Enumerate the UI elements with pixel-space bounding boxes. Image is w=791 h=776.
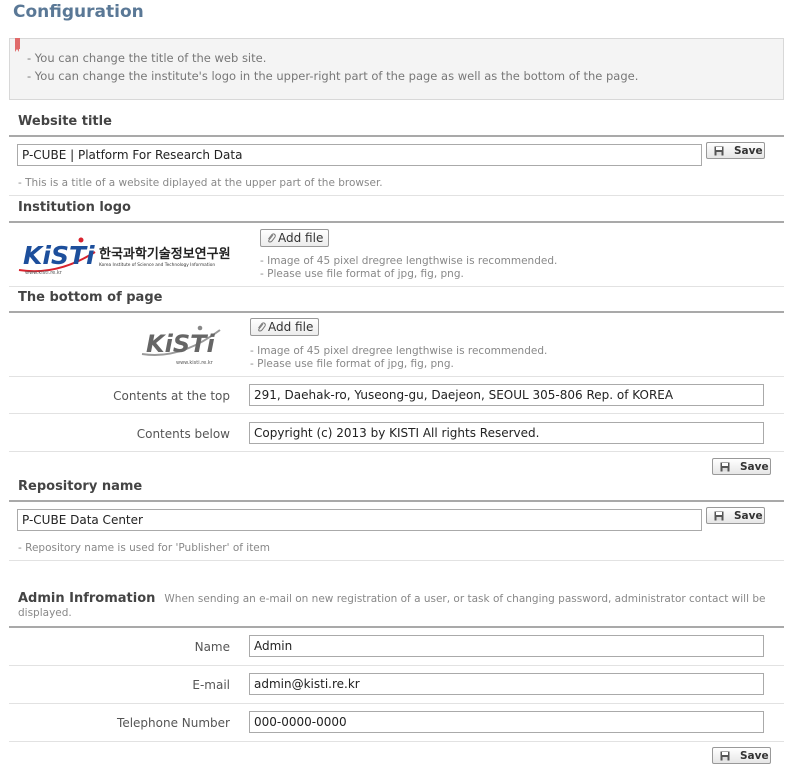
contents-below-label: Contents below bbox=[136, 427, 230, 441]
contents-below-input[interactable]: Copyright (c) 2013 by KISTI All rights R… bbox=[249, 422, 764, 444]
divider bbox=[9, 665, 784, 666]
logo-hint: - Image of 45 pixel dregree lengthwise i… bbox=[260, 255, 558, 267]
admin-heading: Admin Infromation bbox=[18, 591, 156, 606]
logo-hint: - Please use file format of jpg, fig, pn… bbox=[260, 268, 464, 280]
repository-name-input[interactable]: P-CUBE Data Center bbox=[17, 509, 702, 531]
website-title-hint: - This is a title of a website diplayed … bbox=[18, 177, 383, 189]
repository-name-heading: Repository name bbox=[18, 479, 143, 494]
admin-phone-label: Telephone Number bbox=[117, 716, 230, 730]
save-label: Save bbox=[740, 749, 769, 762]
section-divider bbox=[9, 311, 784, 313]
bottom-of-page-heading: The bottom of page bbox=[18, 290, 163, 305]
save-repository-button[interactable]: Save bbox=[706, 507, 765, 524]
section-divider bbox=[9, 221, 784, 223]
kisti-logo-image: KiSTi www.kisti.re.kr 한국과학기술정보연구원 Korea … bbox=[18, 237, 231, 276]
divider bbox=[9, 376, 784, 377]
add-file-label: Add file bbox=[268, 320, 314, 334]
bookmark-icon bbox=[15, 38, 20, 52]
paperclip-icon bbox=[268, 233, 276, 243]
paperclip-icon bbox=[258, 322, 266, 332]
section-divider bbox=[9, 500, 784, 502]
logo-text: KiSTi bbox=[146, 330, 215, 358]
admin-email-input[interactable]: admin@kisti.re.kr bbox=[249, 673, 764, 695]
divider bbox=[9, 286, 784, 287]
institution-logo-heading: Institution logo bbox=[18, 200, 131, 215]
page-title: Configuration bbox=[13, 2, 144, 22]
save-label: Save bbox=[740, 460, 769, 473]
admin-name-input[interactable]: Admin bbox=[249, 635, 764, 657]
notice-line: - You can change the title of the web si… bbox=[27, 51, 267, 65]
save-website-title-button[interactable]: Save bbox=[706, 142, 765, 159]
notice-box: - You can change the title of the web si… bbox=[9, 38, 784, 100]
floppy-disk-icon bbox=[714, 146, 724, 155]
logo-url: www.kisti.re.kr bbox=[25, 270, 63, 276]
bottom-logo-hint: - Image of 45 pixel dregree lengthwise i… bbox=[250, 345, 548, 357]
add-file-label: Add file bbox=[278, 231, 324, 245]
add-bottom-logo-button[interactable]: Add file bbox=[250, 318, 320, 336]
contents-top-input[interactable]: 291, Daehak-ro, Yuseong-gu, Daejeon, SEO… bbox=[249, 384, 764, 406]
bottom-logo-hint: - Please use file format of jpg, fig, pn… bbox=[250, 358, 454, 370]
admin-name-label: Name bbox=[194, 640, 230, 654]
add-institution-logo-button[interactable]: Add file bbox=[260, 229, 330, 247]
save-label: Save bbox=[734, 509, 763, 522]
website-title-heading: Website title bbox=[18, 114, 112, 129]
floppy-disk-icon bbox=[714, 511, 724, 520]
divider bbox=[9, 703, 784, 704]
divider bbox=[9, 560, 784, 561]
admin-phone-input[interactable]: 000-0000-0000 bbox=[249, 711, 764, 733]
floppy-disk-icon bbox=[720, 462, 730, 471]
logo-korean: 한국과학기술정보연구원 bbox=[99, 246, 231, 262]
floppy-disk-icon bbox=[720, 751, 730, 760]
save-bottom-button[interactable]: Save bbox=[712, 458, 771, 475]
divider bbox=[9, 413, 784, 414]
divider bbox=[9, 741, 784, 742]
logo-english: Korea Institute of Science and Technolog… bbox=[99, 262, 215, 268]
contents-top-label: Contents at the top bbox=[113, 389, 230, 403]
admin-email-label: E-mail bbox=[192, 678, 230, 692]
website-title-input[interactable]: P-CUBE | Platform For Research Data bbox=[17, 144, 702, 166]
logo-url: www.kisti.re.kr bbox=[176, 360, 214, 366]
divider bbox=[9, 195, 784, 196]
save-label: Save bbox=[734, 144, 763, 157]
admin-header: Admin Infromation When sending an e-mail … bbox=[18, 592, 778, 620]
section-divider bbox=[9, 135, 784, 137]
notice-line: - You can change the institute's logo in… bbox=[27, 69, 639, 83]
repository-hint: - Repository name is used for 'Publisher… bbox=[18, 542, 270, 554]
save-admin-button[interactable]: Save bbox=[712, 747, 771, 764]
section-divider bbox=[9, 626, 784, 628]
kisti-footer-logo-image: KiSTi www.kisti.re.kr bbox=[141, 325, 221, 366]
divider bbox=[9, 451, 784, 452]
logo-text: KiSTi bbox=[23, 241, 95, 270]
